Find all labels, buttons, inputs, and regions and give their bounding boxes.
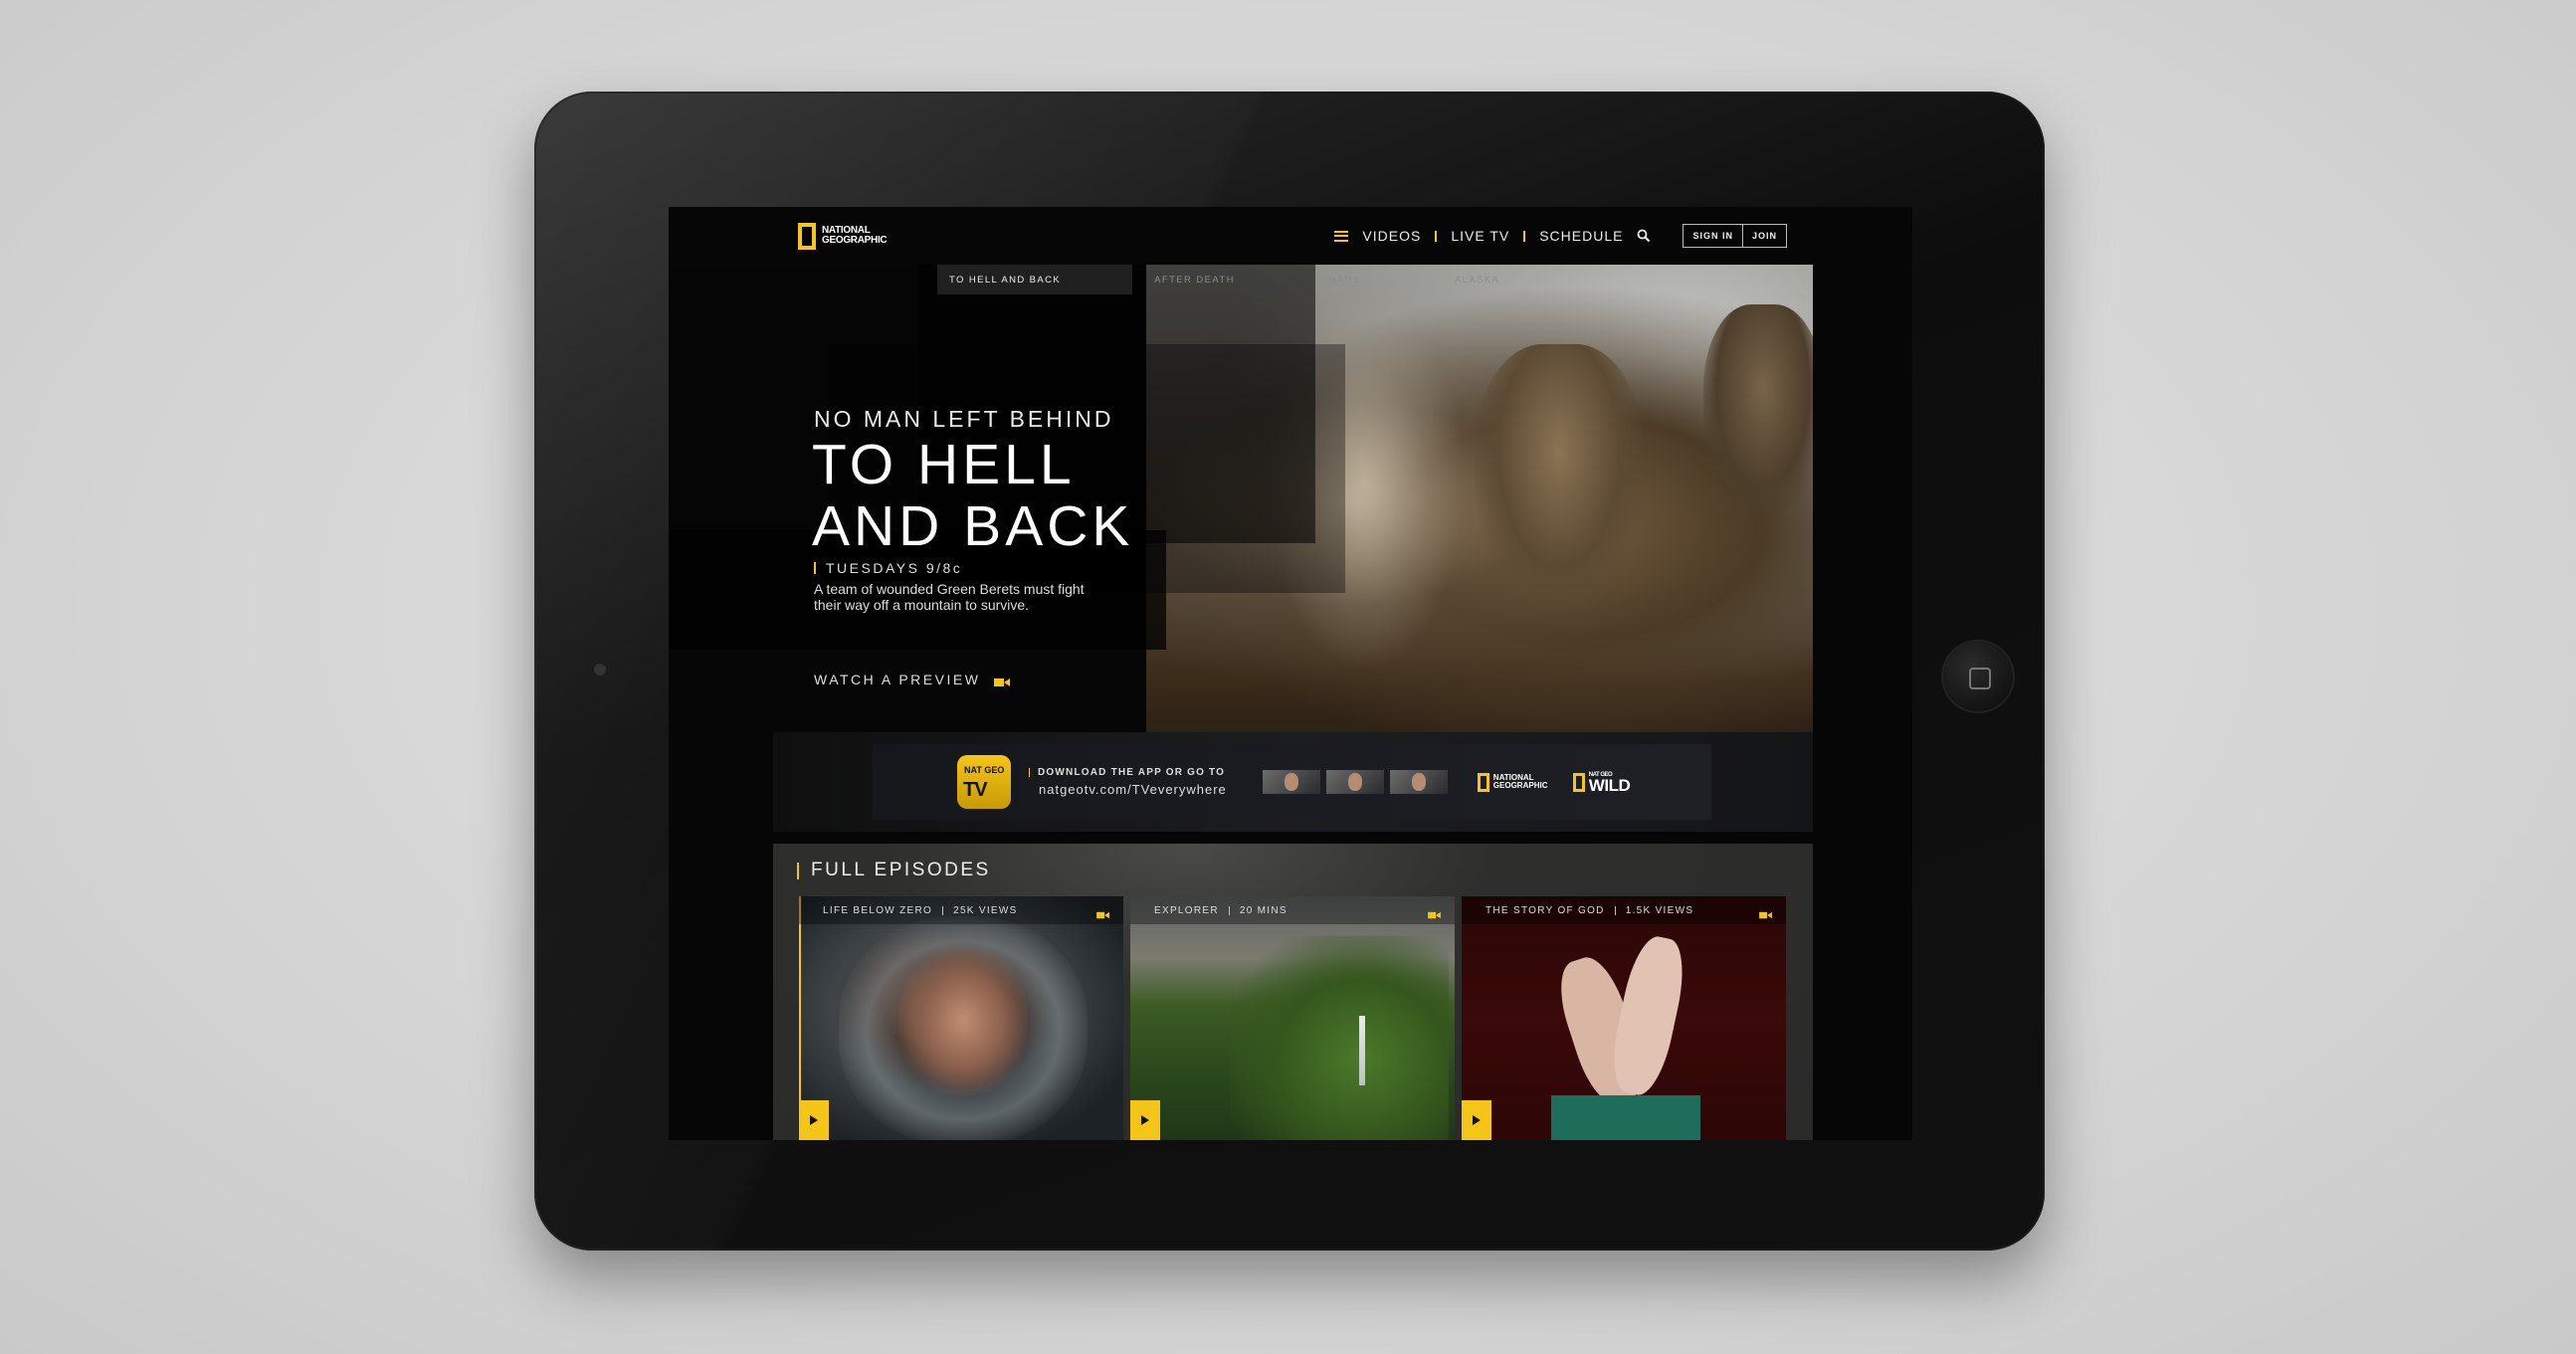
natgeo-tv-app-icon[interactable]: NAT GEO TV — [957, 755, 1011, 809]
natgeo-wild-logo: NAT GEO WILD — [1572, 772, 1631, 795]
auth-buttons: SIGN IN JOIN — [1683, 224, 1787, 248]
video-camera-icon — [1428, 906, 1441, 919]
natgeo-wild-big: WILD — [1588, 775, 1631, 795]
front-camera — [594, 664, 606, 676]
logo-text: NATIONAL GEOGRAPHIC — [822, 225, 888, 246]
banner-url[interactable]: natgeotv.com/TVeverywhere — [1039, 782, 1227, 797]
yellow-border-icon — [1572, 772, 1585, 792]
yellow-border-icon — [798, 222, 816, 250]
top-nav: VIDEOS LIVE TV SCHEDULE SIGN IN JOIN — [1334, 222, 1787, 250]
watch-preview-label: WATCH A PREVIEW — [814, 672, 981, 687]
video-camera-icon — [1096, 906, 1109, 919]
tab-alaska[interactable]: ALASKA — [1443, 275, 1511, 286]
card-image — [898, 946, 1028, 1095]
nav-videos[interactable]: VIDEOS — [1362, 228, 1421, 244]
watch-preview-link[interactable]: WATCH A PREVIEW — [814, 672, 1011, 687]
soldier-figure — [1703, 304, 1813, 513]
home-button-icon — [1969, 668, 1991, 689]
hero-title-line: TO HELL — [812, 433, 1076, 496]
card-show-name: LIFE BELOW ZERO — [823, 904, 933, 916]
accent-bar — [1228, 905, 1230, 915]
airing-text: TUESDAYS 9/8c — [826, 560, 963, 576]
join-button[interactable]: JOIN — [1741, 225, 1786, 247]
nav-schedule[interactable]: SCHEDULE — [1539, 228, 1623, 244]
full-episodes-section: FULL EPISODES LIFE BELOW ZERO 25K VIEWS … — [773, 844, 1813, 1140]
card-meta: 20 MINS — [1239, 904, 1288, 916]
card-meta: 25K VIEWS — [953, 904, 1018, 916]
screen: NATIONAL GEOGRAPHIC VIDEOS LIVE TV SCHED… — [669, 207, 1912, 1140]
tab-after-death[interactable]: AFTER DEATH — [1142, 275, 1247, 286]
channel-logos: NATIONAL GEOGRAPHIC NAT GEO WILD — [1477, 772, 1631, 795]
hero-title: TO HELL AND BACK — [812, 434, 1210, 557]
banner-line1-text: DOWNLOAD THE APP OR GO TO — [1038, 767, 1226, 778]
natgeo-channel-logo: NATIONAL GEOGRAPHIC — [1477, 772, 1553, 792]
nav-live-tv[interactable]: LIVE TV — [1451, 228, 1509, 244]
nav-divider — [1523, 230, 1526, 242]
card-label: THE STORY OF GOD 1.5K VIEWS — [1462, 896, 1786, 924]
hero-tabs: TO HELL AND BACK AFTER DEATH MARS ALASKA — [937, 265, 1498, 294]
card-image — [1230, 936, 1449, 1140]
natgeo-wild-text: NAT GEO WILD — [1588, 772, 1631, 795]
home-button[interactable] — [1943, 642, 2013, 711]
natgeo-channel-text: NATIONAL GEOGRAPHIC — [1492, 773, 1548, 790]
card-show-name: THE STORY OF GOD — [1486, 904, 1605, 916]
yellow-border-icon — [1477, 772, 1489, 792]
section-heading-text: FULL EPISODES — [811, 860, 991, 880]
card-label: LIFE BELOW ZERO 25K VIEWS — [799, 896, 1123, 924]
episode-card[interactable]: EXPLORER 20 MINS — [1130, 896, 1455, 1140]
soldier-figure — [1475, 344, 1644, 613]
accent-bar — [1029, 768, 1030, 777]
app-banner[interactable]: NAT GEO TV DOWNLOAD THE APP OR GO TO nat… — [873, 744, 1711, 820]
hero-description: A team of wounded Green Berets must figh… — [814, 581, 1085, 613]
sign-in-button[interactable]: SIGN IN — [1684, 225, 1742, 247]
app-icon-small-text: NAT GEO — [964, 765, 1005, 775]
app-icon-big-text: TV — [963, 779, 988, 801]
play-button[interactable] — [799, 1100, 829, 1140]
accent-bar — [942, 905, 944, 915]
accent-bar — [797, 862, 799, 879]
nav-divider — [1435, 230, 1438, 242]
natgeo-logo[interactable]: NATIONAL GEOGRAPHIC — [798, 221, 892, 251]
thumbnail-image — [1389, 770, 1448, 794]
play-button[interactable] — [1130, 1100, 1160, 1140]
menu-icon[interactable] — [1334, 230, 1349, 242]
thumbnail-image — [1325, 770, 1384, 794]
waterfall-image — [1359, 1016, 1365, 1085]
card-show-name: EXPLORER — [1154, 904, 1219, 916]
video-camera-icon — [1759, 906, 1772, 919]
accent-bar — [1614, 905, 1616, 915]
accent-bar — [814, 562, 816, 574]
episode-card[interactable]: THE STORY OF GOD 1.5K VIEWS — [1462, 896, 1786, 1140]
hero-title-line: AND BACK — [812, 494, 1134, 558]
tab-to-hell-and-back[interactable]: TO HELL AND BACK — [937, 275, 1073, 286]
thumbnail-image — [1262, 770, 1320, 794]
banner-thumbnails — [1262, 770, 1448, 794]
tab-mars[interactable]: MARS — [1316, 275, 1373, 286]
hero-kicker: NO MAN LEFT BEHIND — [814, 406, 1114, 432]
card-meta: 1.5K VIEWS — [1625, 904, 1694, 916]
episode-card[interactable]: LIFE BELOW ZERO 25K VIEWS — [799, 896, 1123, 1140]
banner-line1: DOWNLOAD THE APP OR GO TO — [1029, 767, 1227, 778]
section-heading: FULL EPISODES — [797, 860, 991, 881]
airing-time: TUESDAYS 9/8c — [814, 560, 962, 576]
video-camera-icon — [994, 675, 1011, 686]
play-button[interactable] — [1462, 1100, 1491, 1140]
card-image — [1551, 1095, 1700, 1140]
banner-text: DOWNLOAD THE APP OR GO TO natgeotv.com/T… — [1029, 767, 1227, 797]
search-icon[interactable] — [1637, 229, 1651, 243]
card-label: EXPLORER 20 MINS — [1130, 896, 1455, 924]
